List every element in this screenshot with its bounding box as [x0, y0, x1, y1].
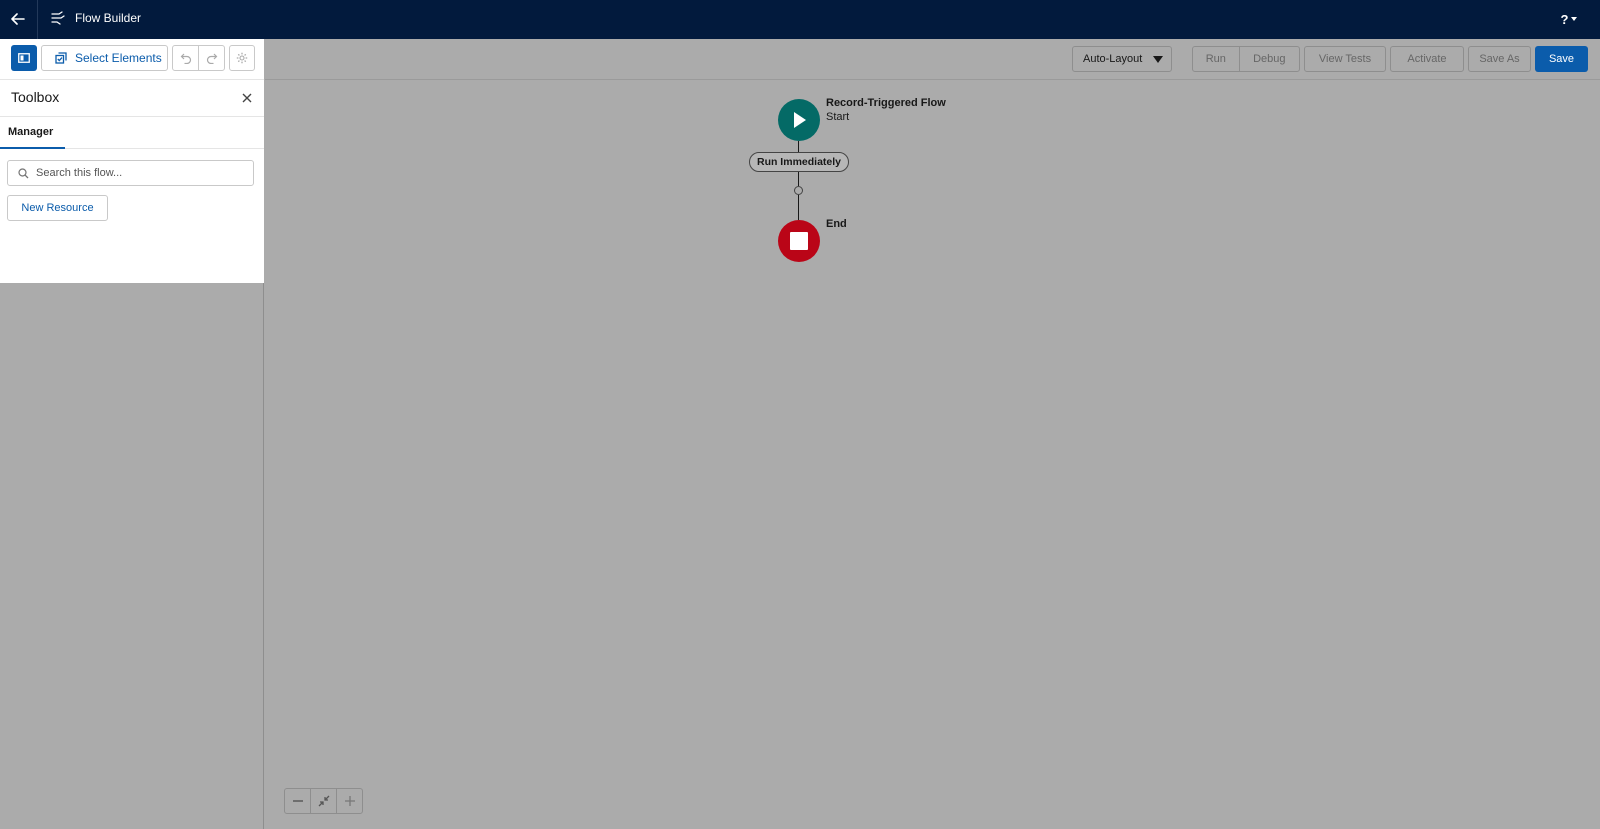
run-immediately-path[interactable]: Run Immediately	[749, 152, 849, 172]
tab-manager[interactable]: Manager	[0, 117, 65, 149]
left-panel: Select Elements Toolbox Manager Search t…	[0, 39, 264, 829]
left-toolbar: Select Elements	[0, 39, 264, 80]
back-arrow-icon	[11, 13, 25, 25]
toggle-panel-icon	[18, 53, 30, 63]
fit-to-view-button[interactable]	[310, 789, 336, 813]
run-debug-group: Run Debug	[1192, 46, 1300, 72]
layout-mode-value: Auto-Layout	[1083, 53, 1143, 65]
select-elements-button[interactable]: Select Elements	[41, 45, 168, 71]
help-icon: ?	[1560, 11, 1569, 27]
undo-icon	[180, 53, 191, 64]
search-flow-field[interactable]	[7, 160, 254, 186]
view-tests-button[interactable]: View Tests	[1304, 46, 1386, 72]
zoom-out-icon	[292, 800, 303, 802]
settings-gear-icon	[236, 52, 248, 64]
zoom-out-button[interactable]	[285, 789, 310, 813]
save-button[interactable]: Save	[1535, 46, 1588, 72]
close-icon	[242, 93, 252, 103]
debug-button[interactable]: Debug	[1238, 47, 1299, 71]
toolbox-title: Toolbox	[11, 89, 60, 105]
undo-redo-group	[172, 45, 225, 71]
toggle-toolbox-button[interactable]	[11, 45, 37, 71]
flow-builder-icon	[51, 11, 65, 25]
layout-mode-select[interactable]: Auto-Layout	[1072, 46, 1172, 72]
save-as-button[interactable]: Save As	[1468, 46, 1531, 72]
header-divider	[37, 0, 38, 39]
toolbox-header: Toolbox	[0, 80, 264, 117]
start-node[interactable]	[778, 99, 820, 141]
fit-to-view-icon	[318, 795, 329, 807]
play-icon	[794, 112, 806, 128]
start-node-subtitle: Start	[826, 111, 850, 123]
canvas-toolbar: Auto-Layout Run Debug View Tests Activat…	[265, 39, 1600, 80]
select-elements-icon	[55, 52, 67, 64]
flow-settings-button[interactable]	[229, 45, 255, 71]
add-element-connector[interactable]	[794, 186, 803, 195]
search-icon	[18, 167, 29, 178]
search-input[interactable]	[36, 167, 246, 179]
close-toolbox-button[interactable]	[240, 91, 254, 105]
connector-line	[798, 141, 799, 152]
new-resource-button[interactable]: New Resource	[7, 195, 108, 221]
zoom-controls	[284, 788, 363, 814]
caret-down-icon	[1153, 56, 1163, 63]
back-button[interactable]	[6, 6, 30, 32]
undo-button[interactable]	[173, 46, 198, 70]
end-node[interactable]	[778, 220, 820, 262]
toolbox-panel: Toolbox Manager New Resource	[0, 80, 264, 283]
zoom-in-button[interactable]	[336, 789, 362, 813]
global-header: Flow Builder ?	[0, 0, 1600, 39]
select-elements-label: Select Elements	[75, 51, 162, 65]
activate-button[interactable]: Activate	[1390, 46, 1464, 72]
start-node-title: Record-Triggered Flow	[826, 97, 946, 109]
stop-icon	[790, 232, 808, 250]
run-button[interactable]: Run	[1193, 47, 1239, 71]
zoom-in-icon	[344, 796, 355, 806]
chevron-down-icon	[1571, 17, 1578, 21]
redo-icon	[206, 53, 217, 64]
end-node-title: End	[826, 218, 847, 230]
toolbox-tabs: Manager	[0, 117, 264, 149]
connector-line	[798, 172, 799, 186]
redo-button[interactable]	[198, 46, 224, 70]
app-title: Flow Builder	[75, 11, 142, 25]
help-menu-button[interactable]: ?	[1556, 9, 1582, 29]
connector-line	[798, 195, 799, 220]
